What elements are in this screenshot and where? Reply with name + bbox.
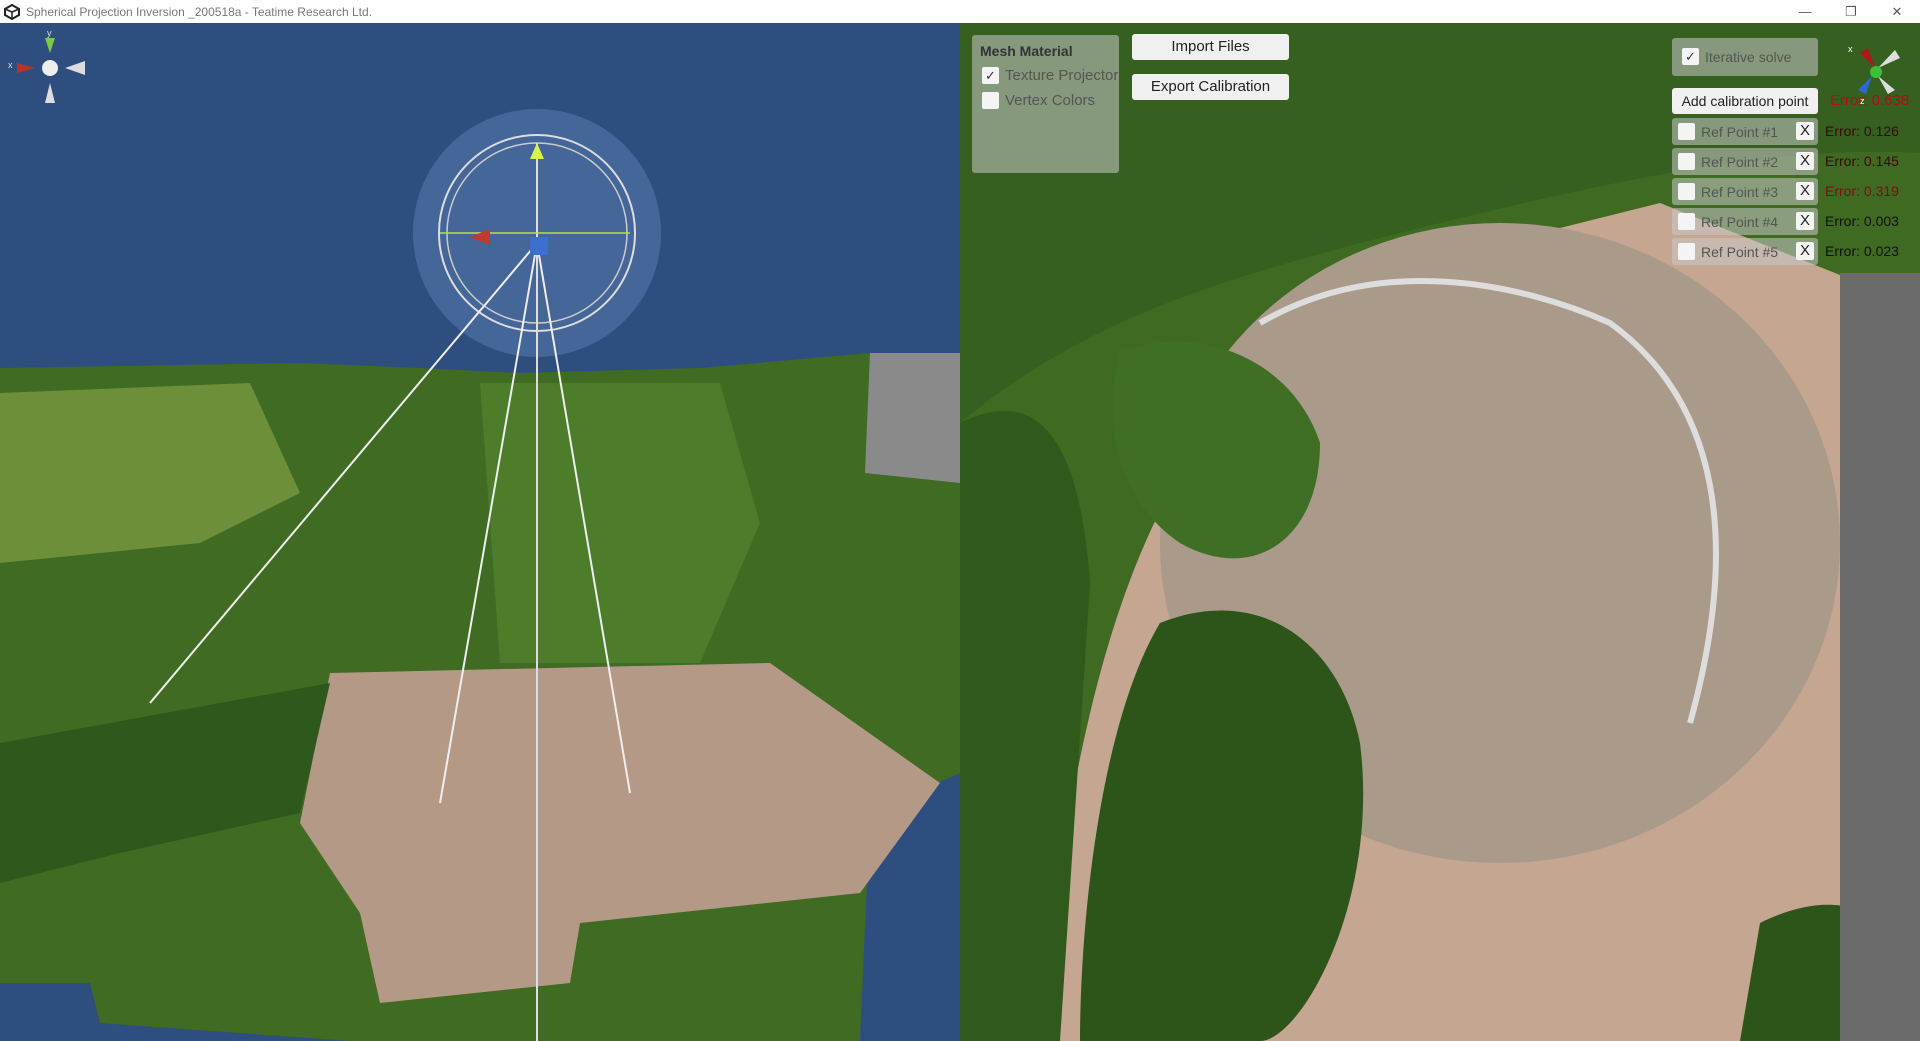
ref-point-row[interactable]: Ref Point #1 X <box>1672 118 1818 145</box>
unity-logo-icon <box>4 3 20 20</box>
checkbox[interactable] <box>1678 213 1695 231</box>
aerial-image-view[interactable]: Mesh Material ✓ Texture Projector Vertex … <box>960 23 1920 1041</box>
ref-point-label: Ref Point #3 <box>1701 183 1779 200</box>
ref-point-error: Error: 0.023 <box>1825 243 1899 259</box>
3d-viewport[interactable]: y x <box>0 23 960 1041</box>
minimize-button[interactable]: — <box>1782 4 1828 20</box>
orientation-gizmo-right[interactable]: x z <box>1840 38 1910 108</box>
checkbox[interactable] <box>982 92 999 110</box>
ref-point-row[interactable]: Ref Point #5 X <box>1672 238 1818 265</box>
checkbox[interactable]: ✓ <box>1682 48 1699 66</box>
ref-point-row[interactable]: Ref Point #4 X <box>1672 208 1818 235</box>
mesh-material-panel: Mesh Material ✓ Texture Projector Vertex … <box>972 35 1119 173</box>
window-title: Spherical Projection Inversion _200518a … <box>26 4 372 19</box>
ref-point-error: Error: 0.145 <box>1825 153 1899 169</box>
ref-point-error: Error: 0.126 <box>1825 123 1899 139</box>
vertex-colors-toggle[interactable]: Vertex Colors <box>982 92 1095 110</box>
checkbox[interactable]: ✓ <box>982 67 999 85</box>
remove-ref-point-button[interactable]: X <box>1796 182 1814 200</box>
maximize-button[interactable]: ❐ <box>1828 4 1874 20</box>
axis-x-label: x <box>1848 44 1853 54</box>
axis-y-label: y <box>47 28 52 38</box>
ref-point-row[interactable]: Ref Point #2 X <box>1672 148 1818 175</box>
ref-point-label: Ref Point #1 <box>1701 123 1779 140</box>
import-files-button[interactable]: Import Files <box>1132 34 1289 60</box>
checkbox[interactable] <box>1678 183 1695 201</box>
ref-point-row[interactable]: Ref Point #3 X <box>1672 178 1818 205</box>
ref-point-label: Ref Point #2 <box>1701 153 1779 170</box>
aerial-photo <box>960 23 1920 1041</box>
remove-ref-point-button[interactable]: X <box>1796 122 1814 140</box>
title-bar: Spherical Projection Inversion _200518a … <box>0 0 1920 23</box>
scene-render <box>0 109 960 1041</box>
vertex-colors-label: Vertex Colors <box>1005 92 1096 110</box>
remove-ref-point-button[interactable]: X <box>1796 152 1814 170</box>
texture-projector-toggle[interactable]: ✓ Texture Projector <box>982 67 1118 85</box>
ref-point-error: Error: 0.319 <box>1825 183 1899 199</box>
add-calibration-point-button[interactable]: Add calibration point <box>1672 88 1818 114</box>
texture-projector-label: Texture Projector <box>1005 67 1119 85</box>
remove-ref-point-button[interactable]: X <box>1796 242 1814 260</box>
export-calibration-button[interactable]: Export Calibration <box>1132 74 1289 100</box>
checkbox[interactable] <box>1678 243 1695 261</box>
iterative-solve-toggle[interactable]: ✓ Iterative solve <box>1672 38 1818 76</box>
ref-point-error: Error: 0.003 <box>1825 213 1899 229</box>
ref-point-label: Ref Point #4 <box>1701 213 1779 230</box>
building <box>865 353 960 483</box>
close-button[interactable]: ✕ <box>1874 4 1920 20</box>
mesh-material-title: Mesh Material <box>980 43 1073 59</box>
axis-x-label: x <box>8 60 13 70</box>
orientation-gizmo-left[interactable]: y x <box>5 28 95 118</box>
ref-point-label: Ref Point #5 <box>1701 243 1779 260</box>
checkbox[interactable] <box>1678 153 1695 171</box>
checkbox[interactable] <box>1678 123 1695 141</box>
remove-ref-point-button[interactable]: X <box>1796 212 1814 230</box>
iterative-solve-label: Iterative solve <box>1705 48 1792 65</box>
axis-z-label: z <box>1860 96 1865 106</box>
